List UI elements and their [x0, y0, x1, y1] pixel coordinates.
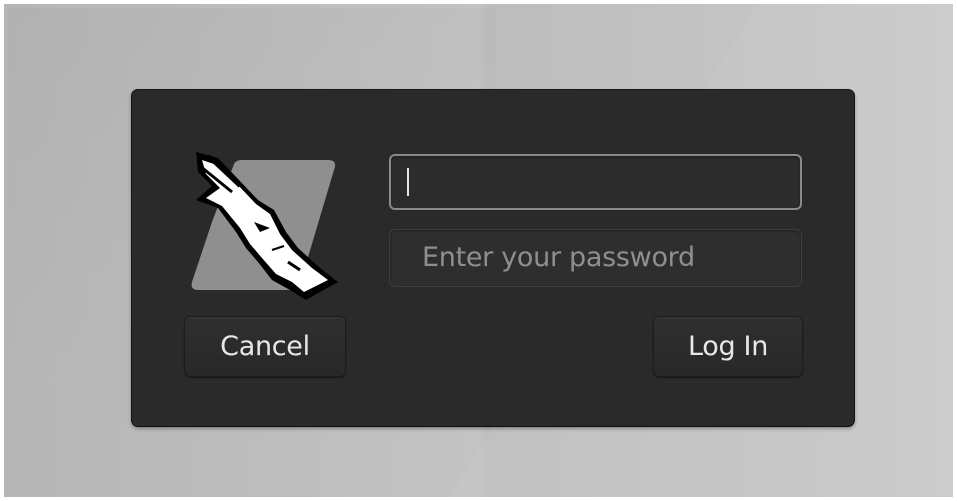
password-placeholder: Enter your password — [422, 242, 695, 273]
kali-dragon-logo-icon — [188, 150, 344, 300]
cancel-button[interactable]: Cancel — [184, 316, 346, 377]
login-dialog: Enter your password Cancel Log In — [132, 90, 854, 426]
password-field[interactable]: Enter your password — [389, 229, 802, 287]
log-in-button[interactable]: Log In — [653, 316, 803, 377]
username-field[interactable] — [389, 154, 802, 210]
desktop-background: Enter your password Cancel Log In — [0, 0, 957, 501]
text-caret — [407, 168, 409, 196]
